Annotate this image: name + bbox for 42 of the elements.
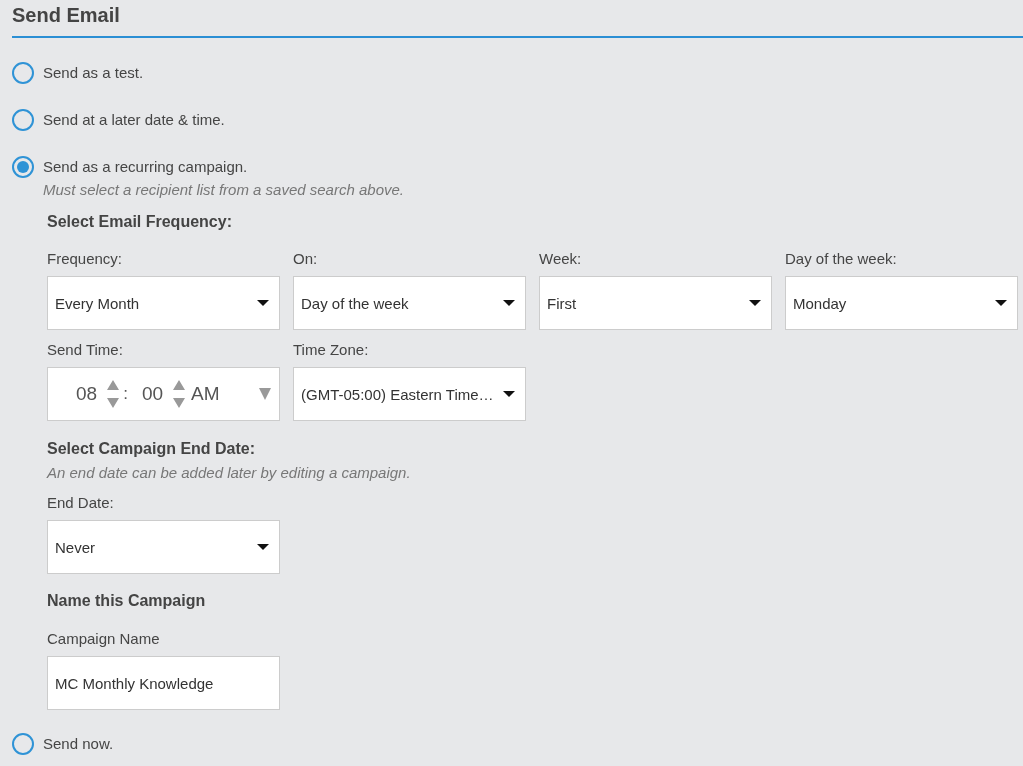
field-label: Day of the week:: [785, 249, 897, 268]
dropdown[interactable]: Never: [47, 520, 280, 574]
field-label: Campaign Name: [47, 629, 160, 648]
section-heading: Name this Campaign: [47, 591, 206, 611]
hint-text: An end date can be added later by editing a campaign.: [47, 463, 411, 482]
minute-field[interactable]: 00: [141, 383, 163, 405]
dropdown[interactable]: Every Month: [47, 276, 280, 330]
caret-icon: [257, 300, 269, 306]
field-label: End Date:: [47, 493, 114, 512]
section-title: Send Email: [12, 3, 120, 27]
caret-icon: [749, 300, 761, 306]
dropdown[interactable]: (GMT-05:00) Eastern Time…: [293, 367, 526, 421]
radio-button[interactable]: [12, 733, 34, 755]
option-label: Send as a test.: [43, 63, 144, 83]
time-separator: :: [123, 384, 128, 404]
radio-button[interactable]: [12, 109, 34, 131]
section-heading: Select Campaign End Date:: [47, 439, 256, 459]
dropdown[interactable]: First: [539, 276, 772, 330]
option-label: Send now.: [43, 734, 114, 754]
caret-icon: [503, 300, 515, 306]
caret-icon[interactable]: [259, 388, 271, 400]
period-field[interactable]: AM: [191, 383, 220, 405]
spinner-arrows-icon[interactable]: [107, 380, 120, 408]
field-label: On:: [293, 249, 318, 268]
field-label: Send Time:: [47, 340, 123, 359]
field-label: Time Zone:: [293, 340, 369, 359]
dropdown[interactable]: Day of the week: [293, 276, 526, 330]
radio-button[interactable]: [12, 156, 34, 178]
field-label: Week:: [539, 249, 582, 268]
caret-icon: [503, 391, 515, 397]
radio-button[interactable]: [12, 62, 34, 84]
hour-field[interactable]: 08: [76, 383, 98, 405]
section-heading: Select Email Frequency:: [47, 212, 232, 232]
caret-icon: [257, 544, 269, 550]
input-field[interactable]: MC Monthly Knowledge: [47, 656, 280, 710]
caret-icon: [995, 300, 1007, 306]
dropdown[interactable]: Monday: [785, 276, 1018, 330]
spinner-arrows-icon[interactable]: [173, 380, 185, 408]
field-label: Frequency:: [47, 249, 123, 268]
option-note: Must select a recipient list from a saved search above.: [43, 180, 404, 199]
option-label: Send as a recurring campaign.: [43, 157, 248, 177]
option-label: Send at a later date & time.: [43, 110, 225, 130]
